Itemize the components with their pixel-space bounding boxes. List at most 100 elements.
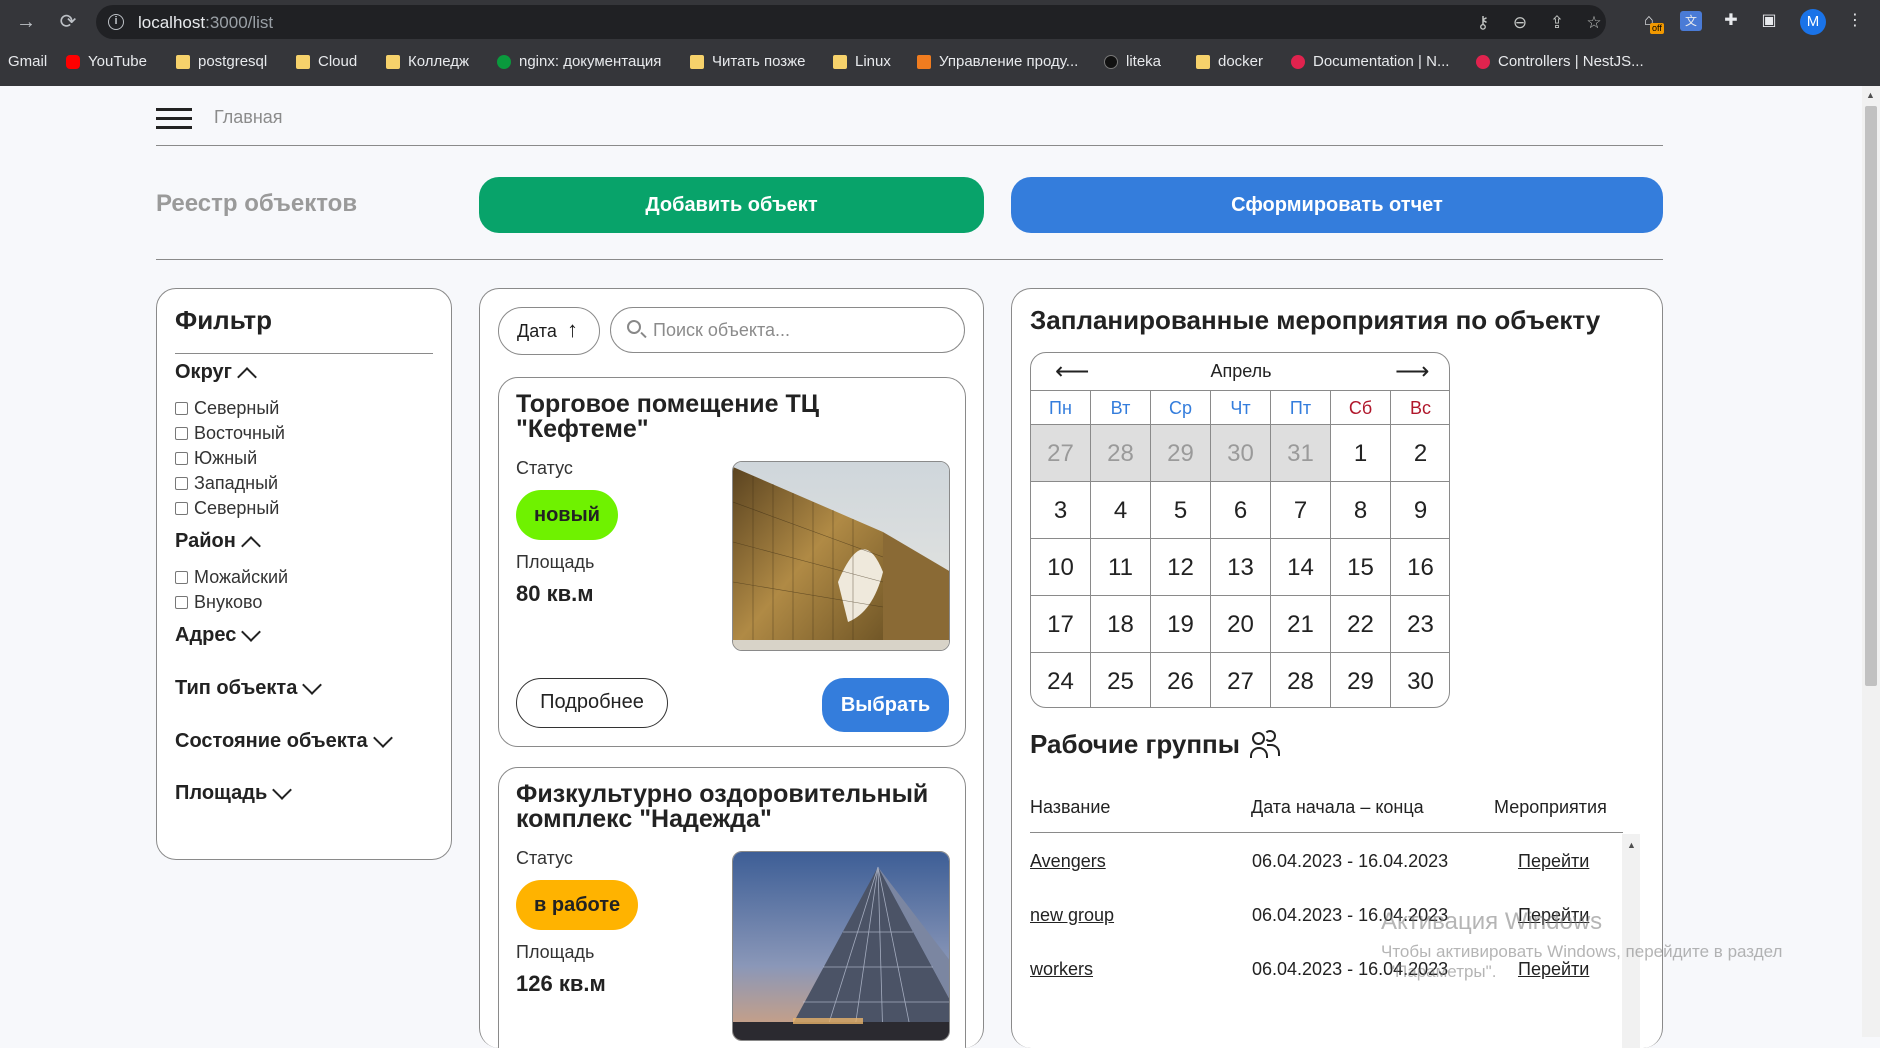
extension-off-icon[interactable]: ⌂ off [1644,9,1668,34]
sidepanel-icon[interactable]: ▣ [1757,9,1781,33]
forward-icon[interactable]: → [14,10,38,34]
calendar-day[interactable]: 26 [1151,653,1211,707]
checkbox-rayon-2[interactable]: Внуково [175,592,262,613]
arrow-right-icon[interactable]: ⟶ [1395,357,1429,386]
omnibox[interactable]: i localhost:3000/list ⚷ ⊖ ⇪ ☆ [96,5,1606,39]
details-button[interactable]: Подробнее [516,678,668,728]
calendar-day[interactable]: 24 [1031,653,1091,707]
go-link[interactable]: Перейти [1518,851,1589,872]
calendar-day[interactable]: 14 [1271,539,1331,596]
checkbox-okrug-1[interactable]: Северный [175,398,279,419]
bookmark-youtube[interactable]: YouTube [66,53,147,70]
checkbox[interactable] [175,477,188,490]
calendar-day[interactable]: 20 [1211,596,1271,653]
group-name-link[interactable]: Avengers [1030,851,1106,872]
scroll-up-icon[interactable]: ▲ [1866,90,1875,100]
calendar-day[interactable]: 3 [1031,482,1091,539]
hamburger-menu-icon[interactable] [156,108,192,130]
add-object-button[interactable]: Добавить объект [479,177,984,233]
bookmark-linux[interactable]: Linux [833,53,891,70]
calendar-day[interactable]: 23 [1391,596,1449,653]
calendar-day[interactable]: 6 [1211,482,1271,539]
share-icon[interactable]: ⇪ [1547,13,1567,33]
calendar-day[interactable]: 2 [1391,425,1449,482]
checkbox[interactable] [175,402,188,415]
bookmark-docker[interactable]: docker [1196,53,1263,70]
zoom-icon[interactable]: ⊖ [1510,13,1530,33]
bookmark-gmail[interactable]: Gmail [8,53,47,70]
calendar-day[interactable]: 30 [1391,653,1449,707]
calendar-day[interactable]: 19 [1151,596,1211,653]
breadcrumb-home[interactable]: Главная [214,107,283,128]
bookmark-nest-docs[interactable]: Documentation | N... [1291,53,1449,70]
sort-date-button[interactable]: Дата ↑ [498,307,600,355]
filter-okrug-toggle[interactable]: Округ [175,361,257,387]
site-info-icon[interactable]: i [108,14,124,30]
scrollbar-thumb[interactable] [1865,106,1877,686]
bookmark-nginx[interactable]: nginx: документация [497,53,661,70]
bookmark-cloud[interactable]: Cloud [296,53,357,70]
calendar-day[interactable]: 10 [1031,539,1091,596]
calendar-day-other-month[interactable]: 29 [1151,425,1211,482]
table-scrollbar[interactable]: ▲ [1622,834,1640,1048]
checkbox[interactable] [175,596,188,609]
filter-type-toggle[interactable]: Тип объекта [175,674,323,700]
calendar-day[interactable]: 7 [1271,482,1331,539]
puzzle-icon[interactable]: ✚ [1719,9,1743,33]
bookmark-postgresql[interactable]: postgresql [176,53,267,70]
calendar-day[interactable]: 18 [1091,596,1151,653]
key-icon[interactable]: ⚷ [1473,13,1493,33]
checkbox[interactable] [175,452,188,465]
checkbox-okrug-5[interactable]: Северный [175,498,279,519]
choose-button[interactable]: Выбрать [822,678,949,732]
calendar-day[interactable]: 16 [1391,539,1449,596]
bookmark-product[interactable]: Управление проду... [917,53,1078,70]
checkbox-okrug-3[interactable]: Южный [175,448,257,469]
calendar-day[interactable]: 27 [1211,653,1271,707]
checkbox-okrug-2[interactable]: Восточный [175,423,285,444]
avatar[interactable]: M [1800,9,1826,35]
bookmark-read-later[interactable]: Читать позже [690,53,806,70]
url-text[interactable]: localhost:3000/list [138,13,273,33]
menu-dots-icon[interactable]: ⋮ [1843,9,1867,33]
checkbox[interactable] [175,502,188,515]
calendar-day[interactable]: 15 [1331,539,1391,596]
bookmark-star-icon[interactable]: ☆ [1584,13,1604,33]
calendar-day[interactable]: 21 [1271,596,1331,653]
page-scrollbar[interactable]: ▲ [1862,86,1880,1037]
translate-icon[interactable]: 文 [1680,11,1702,31]
checkbox[interactable] [175,427,188,440]
reload-icon[interactable]: ⟳ [56,10,80,34]
group-name-link[interactable]: new group [1030,905,1114,926]
filter-rayon-toggle[interactable]: Район [175,530,261,556]
filter-state-toggle[interactable]: Состояние объекта [175,727,393,753]
calendar-day[interactable]: 29 [1331,653,1391,707]
calendar-day-other-month[interactable]: 27 [1031,425,1091,482]
calendar-day[interactable]: 8 [1331,482,1391,539]
go-link[interactable]: Перейти [1518,905,1589,926]
checkbox-okrug-4[interactable]: Западный [175,473,278,494]
calendar-day-other-month[interactable]: 31 [1271,425,1331,482]
calendar-day[interactable]: 12 [1151,539,1211,596]
filter-address-toggle[interactable]: Адрес [175,621,262,647]
calendar-day[interactable]: 1 [1331,425,1391,482]
bookmark-nest-controllers[interactable]: Controllers | NestJS... [1476,53,1644,70]
bookmark-liteka[interactable]: liteka [1104,53,1161,70]
calendar-day[interactable]: 13 [1211,539,1271,596]
calendar-day-other-month[interactable]: 28 [1091,425,1151,482]
calendar-day[interactable]: 17 [1031,596,1091,653]
calendar-day[interactable]: 22 [1331,596,1391,653]
calendar-day[interactable]: 11 [1091,539,1151,596]
calendar-day[interactable]: 9 [1391,482,1449,539]
group-name-link[interactable]: workers [1030,959,1093,980]
calendar-day[interactable]: 28 [1271,653,1331,707]
calendar-day[interactable]: 5 [1151,482,1211,539]
go-link[interactable]: Перейти [1518,959,1589,980]
checkbox[interactable] [175,571,188,584]
filter-area-toggle[interactable]: Площадь [175,779,293,805]
checkbox-rayon-1[interactable]: Можайский [175,567,288,588]
bookmark-college[interactable]: Колледж [386,53,469,70]
calendar-day-other-month[interactable]: 30 [1211,425,1271,482]
calendar-day[interactable]: 4 [1091,482,1151,539]
generate-report-button[interactable]: Сформировать отчет [1011,177,1663,233]
